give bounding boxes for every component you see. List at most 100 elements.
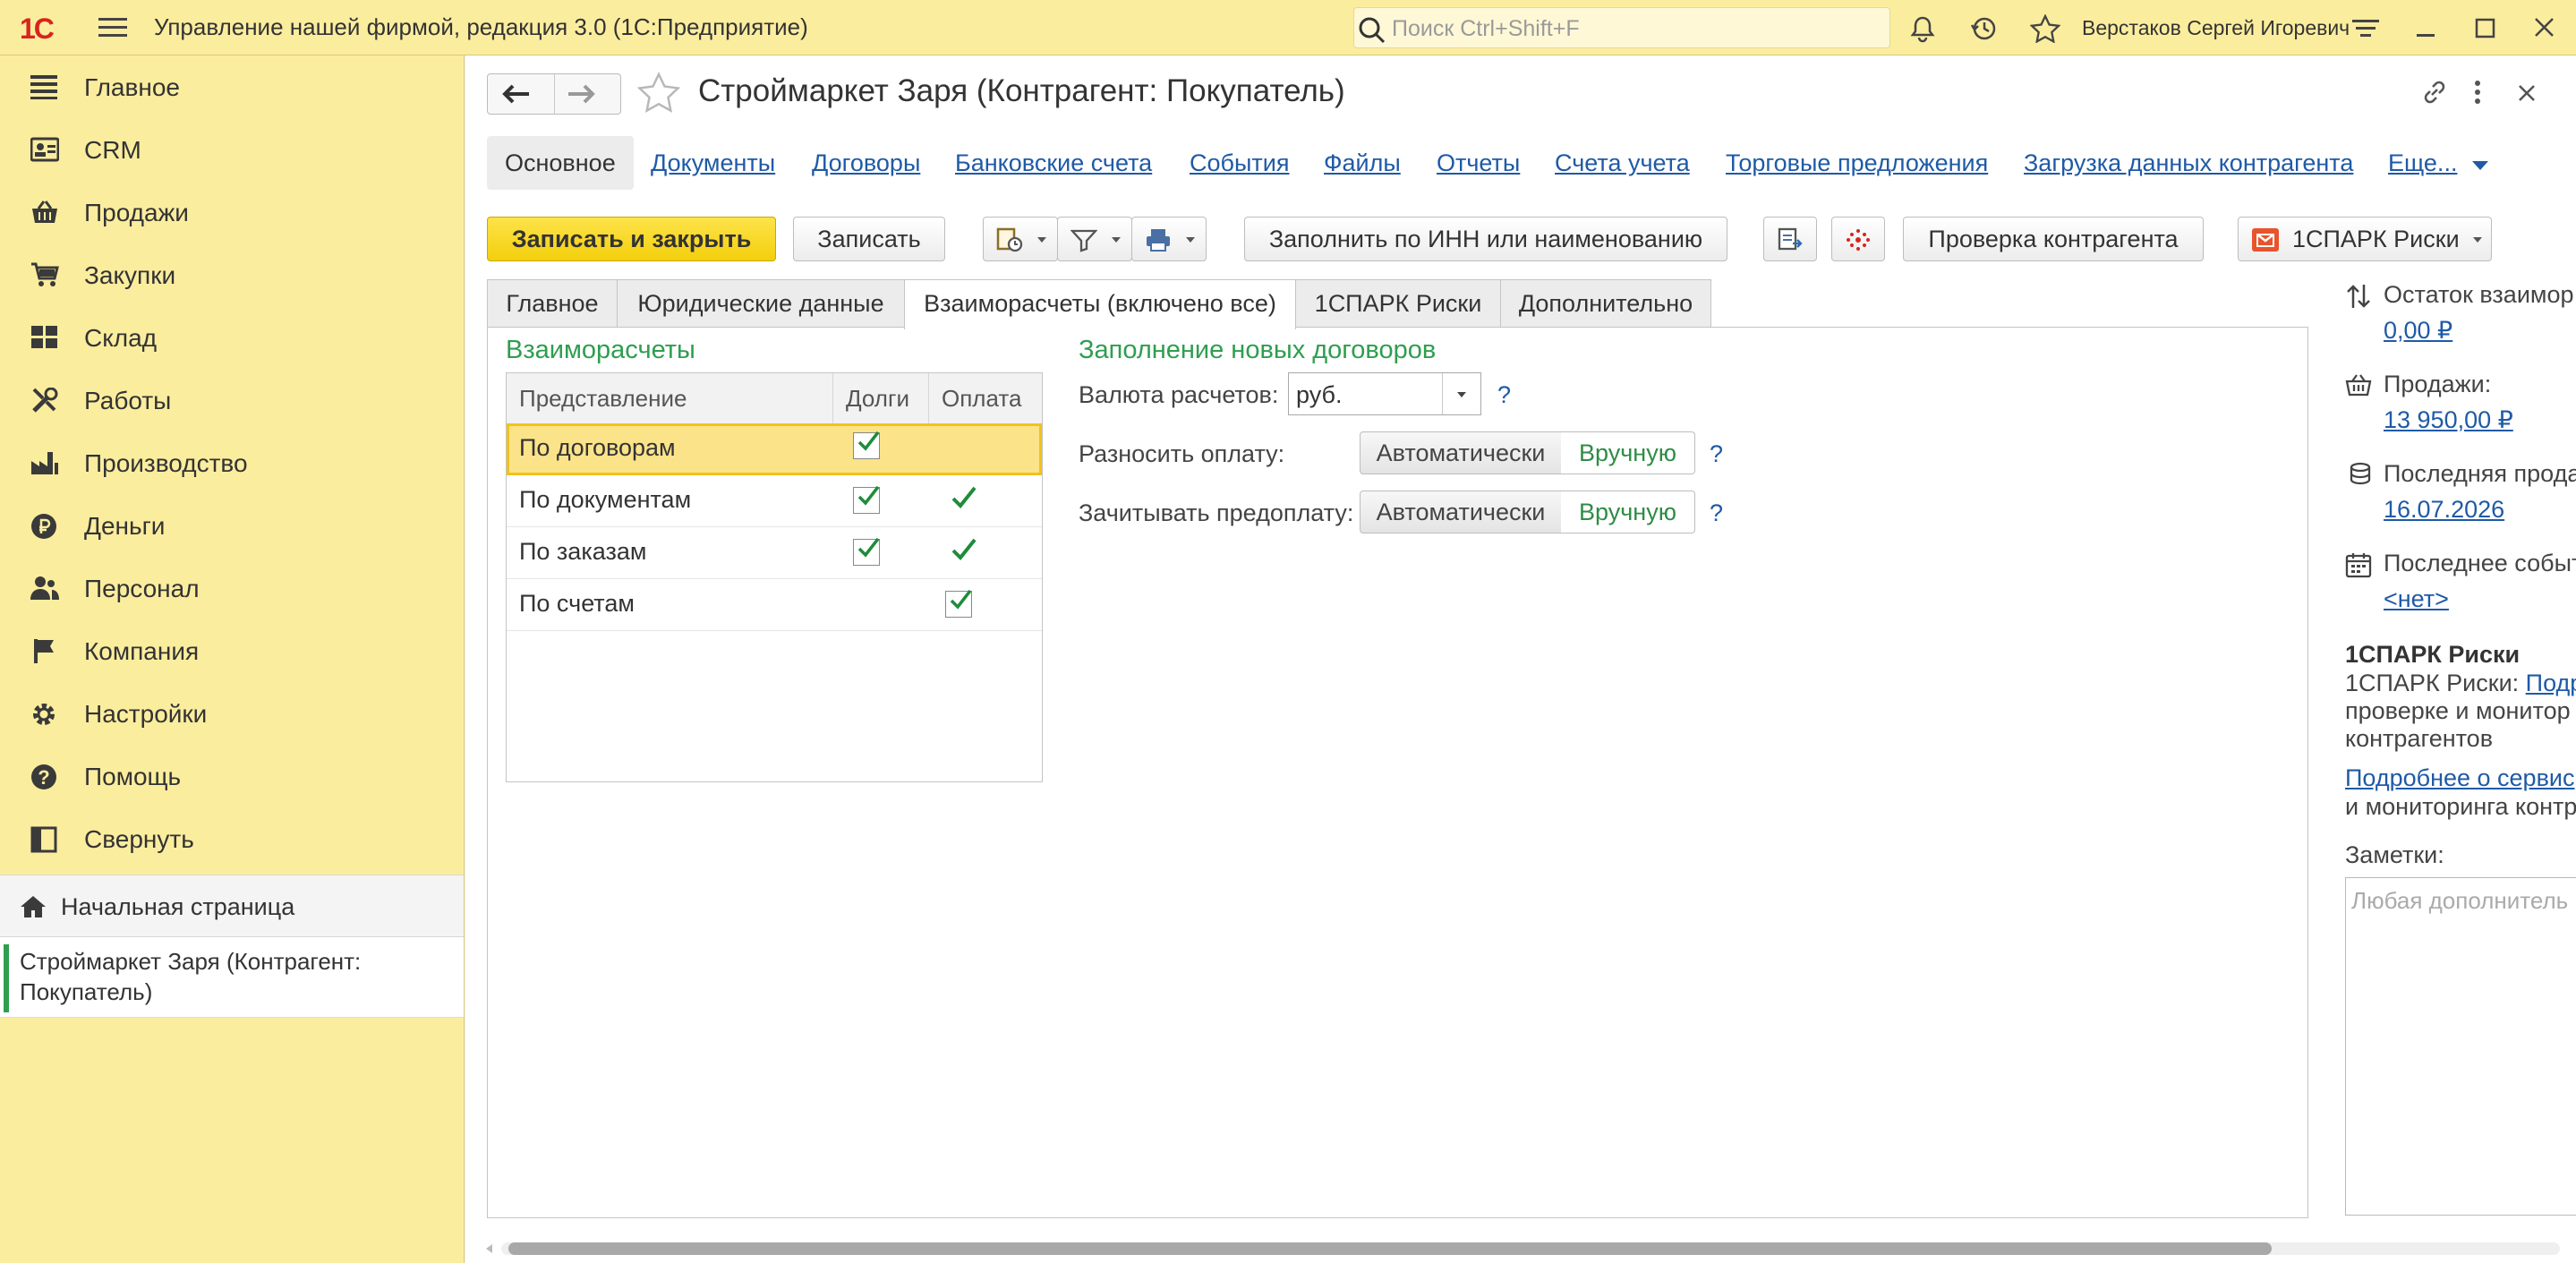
- check-counterparty-button[interactable]: Проверка контрагента: [1903, 217, 2204, 261]
- tab-link-more[interactable]: Еще...: [2388, 136, 2457, 190]
- payment-checkmark-icon[interactable]: [949, 534, 979, 565]
- allocate-manual-toggle[interactable]: Вручную: [1561, 431, 1695, 474]
- column-header-payment[interactable]: Оплата: [929, 373, 1042, 423]
- section-production[interactable]: Производство: [0, 431, 464, 494]
- sales-value-link[interactable]: 13 950,00 ₽: [2384, 406, 2513, 434]
- spark-details-link[interactable]: Подр: [2526, 670, 2576, 696]
- open-window-item[interactable]: Строймаркет Заря (Контрагент: Покупатель…: [0, 937, 464, 1018]
- currency-help-link[interactable]: ?: [1497, 381, 1511, 409]
- more-actions-icon[interactable]: [2470, 77, 2485, 107]
- history-icon[interactable]: [1969, 14, 1998, 43]
- table-row[interactable]: По заказам: [507, 527, 1042, 579]
- currency-input[interactable]: [1294, 380, 1441, 410]
- table-row[interactable]: По счетам: [507, 579, 1042, 631]
- filter-button[interactable]: [1057, 217, 1132, 261]
- currency-label: Валюта расчетов:: [1079, 381, 1279, 408]
- tab-link-documents[interactable]: Документы: [651, 136, 775, 190]
- section-crm[interactable]: CRM: [0, 118, 464, 181]
- balance-value-link[interactable]: 0,00 ₽: [2384, 317, 2452, 345]
- scroll-left-icon[interactable]: [483, 1242, 494, 1255]
- print-button[interactable]: [1131, 217, 1207, 261]
- currency-select[interactable]: [1288, 372, 1481, 415]
- search-icon: [1359, 17, 1386, 44]
- notes-textarea[interactable]: [2350, 885, 2576, 1202]
- section-settings[interactable]: Настройки: [0, 682, 464, 745]
- tab-additional[interactable]: Дополнительно: [1500, 279, 1711, 328]
- create-based-on-button[interactable]: [983, 217, 1058, 261]
- search-input[interactable]: [1390, 13, 1877, 44]
- spark-indicator-button[interactable]: [1831, 217, 1885, 261]
- global-search[interactable]: [1353, 7, 1890, 48]
- payment-checkbox[interactable]: [945, 589, 972, 618]
- tab-link-reports[interactable]: Отчеты: [1437, 136, 1520, 190]
- spark-risks-button[interactable]: 1СПАРК Риски: [2238, 217, 2492, 261]
- tab-main[interactable]: Главное: [487, 279, 618, 328]
- section-works[interactable]: Работы: [0, 369, 464, 431]
- table-row[interactable]: По договорам: [507, 423, 1042, 475]
- allocate-auto-toggle[interactable]: Автоматически: [1360, 431, 1562, 474]
- back-arrow-icon[interactable]: [500, 82, 531, 106]
- tab-settlements[interactable]: Взаиморасчеты (включено все): [904, 279, 1296, 329]
- section-money[interactable]: Деньги: [0, 494, 464, 557]
- tab-spark-risks[interactable]: 1СПАРК Риски: [1295, 279, 1501, 328]
- debts-checkbox[interactable]: [853, 485, 880, 514]
- last-sale-date-link[interactable]: 16.07.2026: [2384, 496, 2504, 524]
- minimize-icon[interactable]: [2415, 14, 2436, 41]
- tab-link-events[interactable]: События: [1190, 136, 1289, 190]
- offset-auto-toggle[interactable]: Автоматически: [1360, 491, 1562, 533]
- home-page-link[interactable]: Начальная страница: [0, 875, 464, 937]
- allocate-help-link[interactable]: ?: [1710, 440, 1723, 468]
- table-row[interactable]: По документам: [507, 475, 1042, 527]
- currency-dropdown-button[interactable]: [1442, 373, 1480, 414]
- tab-link-files[interactable]: Файлы: [1324, 136, 1401, 190]
- favorites-star-icon[interactable]: [2030, 14, 2060, 43]
- more-dropdown-icon[interactable]: [2470, 159, 2490, 172]
- contact-card-icon: [30, 137, 59, 162]
- section-help[interactable]: ? Помощь: [0, 745, 464, 807]
- settings-sliders-icon[interactable]: [2350, 14, 2381, 43]
- offset-help-link[interactable]: ?: [1710, 499, 1723, 527]
- main-menu-icon[interactable]: [98, 16, 127, 39]
- notes-field[interactable]: [2345, 877, 2576, 1216]
- section-sales[interactable]: Продажи: [0, 181, 464, 243]
- section-personnel[interactable]: Персонал: [0, 557, 464, 619]
- last-sale-label: Последняя прода: [2384, 460, 2576, 487]
- link-icon[interactable]: [2419, 77, 2450, 107]
- save-and-close-button[interactable]: Записать и закрыть: [487, 217, 776, 261]
- debts-checkbox[interactable]: [853, 431, 880, 459]
- column-header-view[interactable]: Представление: [507, 373, 833, 423]
- debts-checkbox[interactable]: [853, 537, 880, 566]
- save-button[interactable]: Записать: [793, 217, 945, 261]
- maximize-icon[interactable]: [2474, 14, 2497, 41]
- help-icon: ?: [30, 764, 59, 790]
- attach-file-button[interactable]: [1763, 217, 1817, 261]
- column-header-debts[interactable]: Долги: [833, 373, 929, 423]
- tab-link-main[interactable]: Основное: [487, 136, 634, 190]
- document-upload-icon: [1777, 227, 1804, 252]
- tab-legal-data[interactable]: Юридические данные: [617, 279, 905, 328]
- close-form-icon[interactable]: [2515, 77, 2538, 107]
- offset-manual-toggle[interactable]: Вручную: [1561, 491, 1695, 533]
- favorite-star-icon[interactable]: [637, 72, 680, 113]
- tab-link-trade-offers[interactable]: Торговые предложения: [1726, 136, 1988, 190]
- spark-service-link[interactable]: Подробнее о сервис: [2345, 764, 2575, 792]
- close-window-icon[interactable]: [2533, 14, 2556, 41]
- tab-link-contracts[interactable]: Договоры: [812, 136, 920, 190]
- section-warehouse[interactable]: Склад: [0, 306, 464, 369]
- tab-link-bank-accounts[interactable]: Банковские счета: [955, 136, 1152, 190]
- current-user[interactable]: Верстаков Сергей Игоревич: [2082, 16, 2350, 40]
- forward-arrow-icon[interactable]: [567, 82, 597, 106]
- section-main[interactable]: Главное: [0, 55, 464, 118]
- section-company[interactable]: Компания: [0, 619, 464, 682]
- payment-checkmark-icon[interactable]: [949, 482, 979, 513]
- tab-link-data-load[interactable]: Загрузка данных контрагента: [2024, 136, 2353, 190]
- last-event-link[interactable]: <нет>: [2384, 585, 2449, 613]
- notifications-bell-icon[interactable]: [1908, 14, 1937, 43]
- section-collapse[interactable]: Свернуть: [0, 807, 464, 870]
- tab-link-accounting-accounts[interactable]: Счета учета: [1555, 136, 1690, 190]
- scrollbar-thumb[interactable]: [508, 1242, 2272, 1255]
- section-purchases[interactable]: Закупки: [0, 243, 464, 306]
- horizontal-scrollbar[interactable]: [483, 1239, 2576, 1259]
- settlements-table[interactable]: Представление Долги Оплата По договорам …: [506, 372, 1043, 782]
- fill-by-inn-button[interactable]: Заполнить по ИНН или наименованию: [1244, 217, 1727, 261]
